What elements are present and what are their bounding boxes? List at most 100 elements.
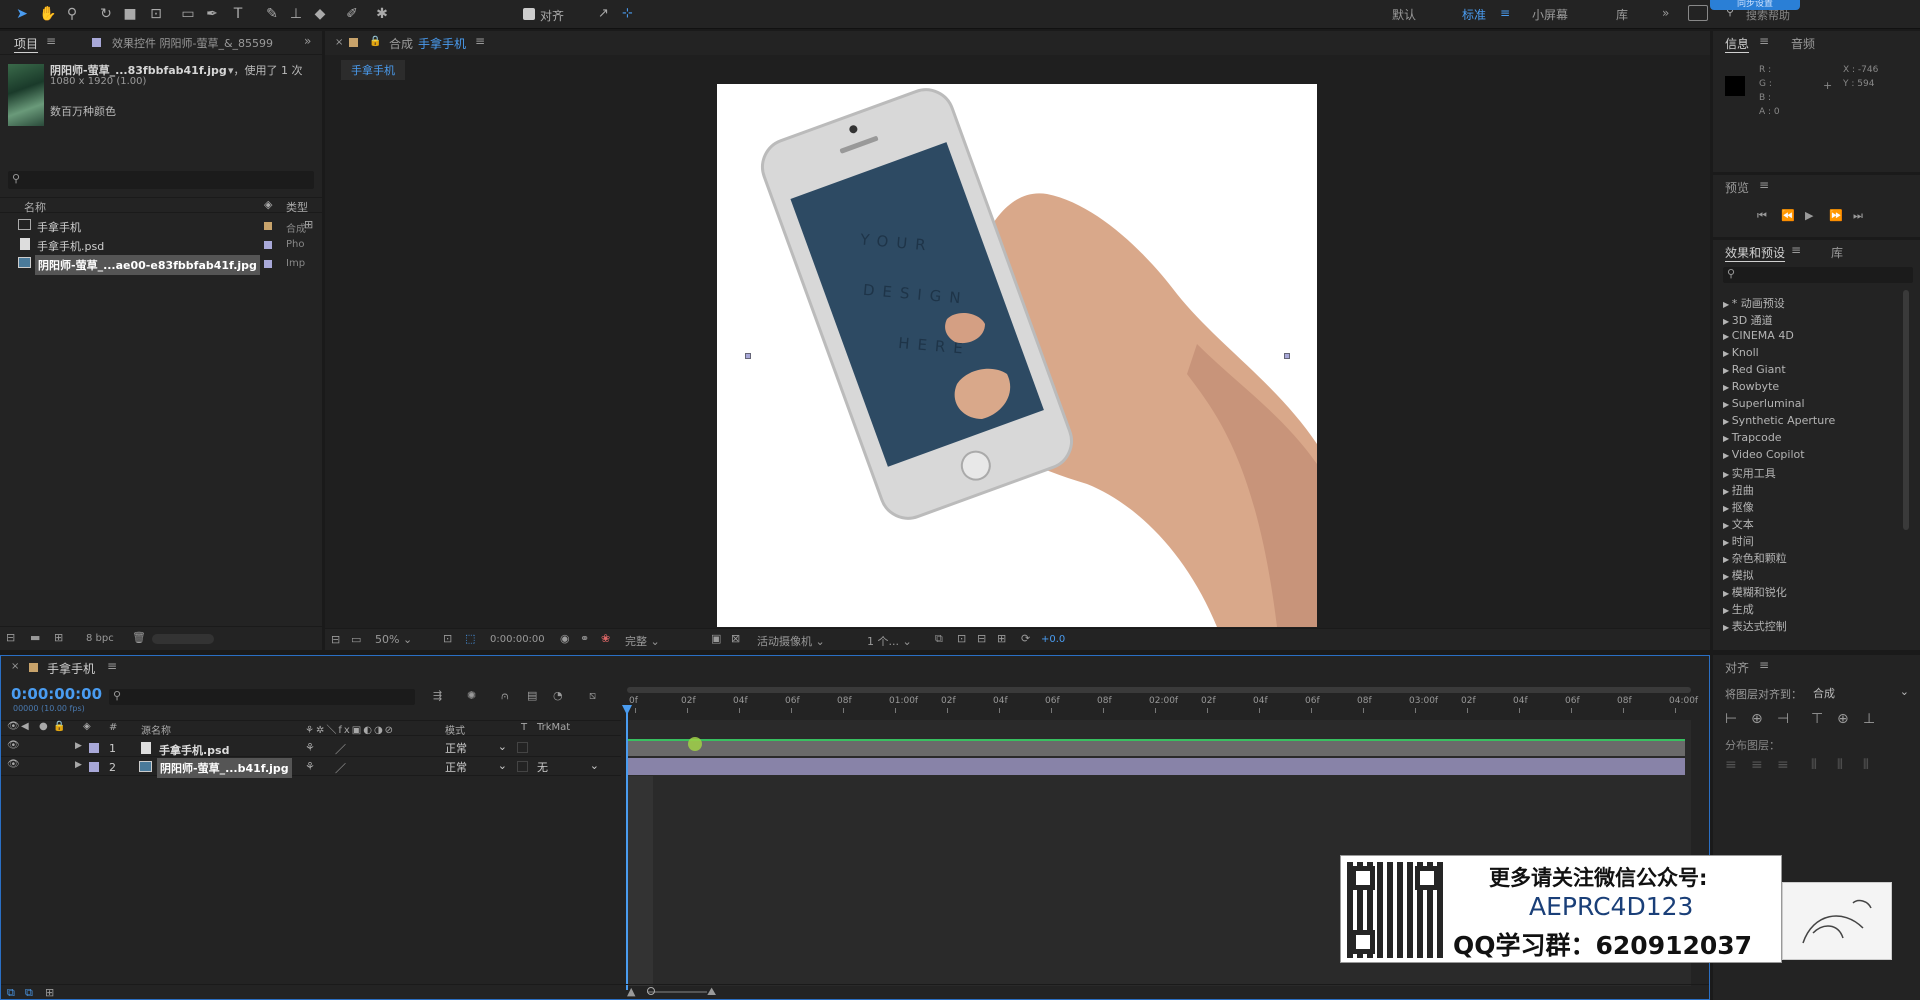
effect-category-item[interactable]: ▶ 3D 通道	[1723, 312, 1773, 328]
preserve-transparency-box[interactable]	[517, 742, 528, 753]
toggle-stretch-icon[interactable]: ⊞	[45, 986, 54, 999]
quality-switch-icon[interactable]: ／	[335, 760, 346, 776]
effect-category-item[interactable]: ▶ * 动画预设	[1723, 295, 1785, 311]
brush-tool-icon[interactable]: ✎	[262, 4, 282, 24]
effect-category-item[interactable]: ▶ 杂色和颗粒	[1723, 550, 1787, 566]
effect-category-item[interactable]: ▶ Red Giant	[1723, 363, 1786, 376]
tab-preview[interactable]: 预览	[1725, 179, 1749, 196]
column-mode[interactable]: 模式	[445, 722, 465, 737]
panel-expand-icon[interactable]: »	[304, 34, 311, 48]
project-menu-icon[interactable]: ≡	[46, 34, 56, 48]
timeline-icon[interactable]: ⊟	[977, 632, 986, 645]
preview-menu-icon[interactable]: ≡	[1759, 178, 1769, 192]
mask-visibility-icon[interactable]: ⬚	[465, 632, 475, 645]
expand-arrow-icon[interactable]: ▶	[75, 760, 82, 770]
snap-icon[interactable]: ↗	[598, 6, 609, 21]
workspace-standard[interactable]: 标准	[1462, 6, 1486, 23]
zoom-dropdown[interactable]: 50% ⌄	[375, 633, 412, 646]
time-ruler[interactable]: 0f 02f 04f 06f 08f 01:00f 02f 04f 06f 08f 02:00f 02…	[627, 682, 1698, 718]
column-type[interactable]: 类型	[286, 199, 308, 215]
effect-category-item[interactable]: ▶ 模糊和锐化	[1723, 584, 1787, 600]
text-tool-icon[interactable]: T	[228, 4, 248, 24]
playhead[interactable]	[626, 712, 628, 990]
trash-icon[interactable]: 🗑	[132, 631, 146, 644]
project-item-psd[interactable]: 手拿手机.psd Pho	[0, 236, 322, 255]
effect-category-item[interactable]: ▶ 文本	[1723, 516, 1754, 532]
bpc-button[interactable]: 8 bpc	[86, 633, 114, 644]
align-right-icon[interactable]: ⊣	[1777, 711, 1789, 727]
toggle-pixel-icon[interactable]: ⧉	[935, 632, 943, 646]
project-item-comp[interactable]: 手拿手机 合成 ⊞	[0, 217, 322, 236]
exposure-reset-icon[interactable]: ⟳	[1021, 632, 1030, 645]
flowchart-icon[interactable]: ⊞	[997, 632, 1006, 645]
layer-handle-left[interactable]	[745, 353, 751, 359]
layer-label-color[interactable]	[89, 762, 99, 772]
effects-menu-icon[interactable]: ≡	[1791, 243, 1801, 257]
prev-frame-icon[interactable]: ⏪	[1781, 209, 1795, 222]
zoom-slider-handle[interactable]	[647, 987, 655, 995]
quality-switch-icon[interactable]: ／	[335, 741, 346, 757]
track-bar-layer-2[interactable]	[627, 758, 1685, 775]
comp-mini-flowchart-icon[interactable]: ⇶	[433, 689, 442, 702]
align-menu-icon[interactable]: ≡	[1759, 658, 1769, 672]
sync-icon[interactable]	[1688, 5, 1708, 21]
mode-dropdown[interactable]: 正常 ⌄	[445, 759, 507, 774]
tab-audio[interactable]: 音频	[1791, 35, 1815, 52]
rectangle-tool-icon[interactable]: ▭	[178, 4, 198, 24]
draft-3d-icon[interactable]: ✺	[467, 689, 476, 702]
workspace-menu-icon[interactable]: ≡	[1500, 6, 1510, 20]
layer-row-1[interactable]: 👁 ▶ 1 手拿手机.psd ⚘ ／ 正常 ⌄	[1, 739, 621, 757]
tab-library[interactable]: 库	[1831, 244, 1843, 261]
lock-icon[interactable]: 🔒	[369, 36, 381, 47]
collapse-switch-icon[interactable]: ⚘	[305, 741, 315, 754]
tab-timeline-comp[interactable]: 手拿手机	[47, 660, 95, 677]
item-usage[interactable]: ▾，使用了 1 次	[228, 62, 303, 78]
snapshot-camera-icon[interactable]: ◉	[560, 632, 570, 645]
column-trkmat[interactable]: TrkMat	[537, 722, 570, 733]
play-icon[interactable]: ▶	[1805, 209, 1813, 222]
fast-previews-icon[interactable]: ⊡	[957, 632, 966, 645]
camera-tool-icon[interactable]: ■	[120, 4, 140, 24]
project-item-jpg-selected[interactable]: 阴阳师-萤草_...ae00-e83fbbfab41f.jpg Imp	[0, 255, 322, 275]
puppet-pin-tool-icon[interactable]: ✱	[372, 4, 392, 24]
mode-dropdown[interactable]: 正常 ⌄	[445, 740, 507, 755]
align-hcenter-icon[interactable]: ⊕	[1751, 711, 1763, 727]
effect-category-item[interactable]: ▶ Superluminal	[1723, 397, 1805, 410]
effect-category-item[interactable]: ▶ 时间	[1723, 533, 1754, 549]
fit-icon[interactable]: ⊡	[443, 632, 452, 645]
effect-category-item[interactable]: ▶ 生成	[1723, 601, 1754, 617]
monitor-icon[interactable]: ▭	[351, 633, 361, 646]
effect-category-item[interactable]: ▶ 扭曲	[1723, 482, 1754, 498]
transparency-grid-icon[interactable]: ⊠	[731, 632, 740, 645]
timeline-zoom-slider[interactable]	[647, 991, 707, 993]
effect-category-item[interactable]: ▶ 抠像	[1723, 499, 1754, 515]
new-folder-icon[interactable]: ▬	[30, 631, 40, 644]
timeline-current-time[interactable]: 0:00:00:00	[11, 685, 102, 703]
workspace-default[interactable]: 默认	[1392, 6, 1416, 23]
toggle-modes-icon[interactable]: ⧉	[25, 986, 33, 1000]
selection-tool-icon[interactable]: ➤	[12, 4, 32, 24]
align-vcenter-icon[interactable]: ⊕	[1837, 711, 1849, 727]
align-bottom-icon[interactable]: ⊥	[1863, 711, 1875, 727]
comp-canvas[interactable]: YOUR DESIGN HERE	[717, 84, 1317, 627]
effect-category-item[interactable]: ▶ Rowbyte	[1723, 380, 1779, 393]
next-frame-icon[interactable]: ⏩	[1829, 209, 1843, 222]
effects-scrollbar[interactable]	[1903, 290, 1909, 530]
workspace-small-screen[interactable]: 小屏幕	[1532, 6, 1568, 23]
rotate-tool-icon[interactable]: ↻	[96, 4, 116, 24]
track-bar-layer-1[interactable]	[627, 739, 1685, 756]
effect-category-item[interactable]: ▶ Video Copilot	[1723, 448, 1805, 461]
color-channels-icon[interactable]: ❀	[601, 632, 610, 645]
comp-menu-icon[interactable]: ≡	[475, 34, 485, 48]
first-frame-icon[interactable]: ⏮	[1757, 209, 1767, 223]
zoom-in-icon[interactable]: ⛰	[707, 985, 716, 999]
hide-shy-icon[interactable]: ⩀	[501, 689, 509, 703]
effect-category-item[interactable]: ▶ 实用工具	[1723, 465, 1776, 481]
sync-settings-badge[interactable]: 同步设置	[1710, 0, 1800, 10]
effect-category-item[interactable]: ▶ CINEMA 4D	[1723, 329, 1794, 342]
graph-editor-icon[interactable]: ⧅	[589, 689, 596, 703]
tab-effects-presets[interactable]: 效果和预设	[1725, 244, 1785, 261]
pan-behind-tool-icon[interactable]: ⊡	[146, 4, 166, 24]
visibility-eye-icon[interactable]: 👁	[7, 740, 20, 751]
workspace-library[interactable]: 库	[1616, 6, 1628, 23]
